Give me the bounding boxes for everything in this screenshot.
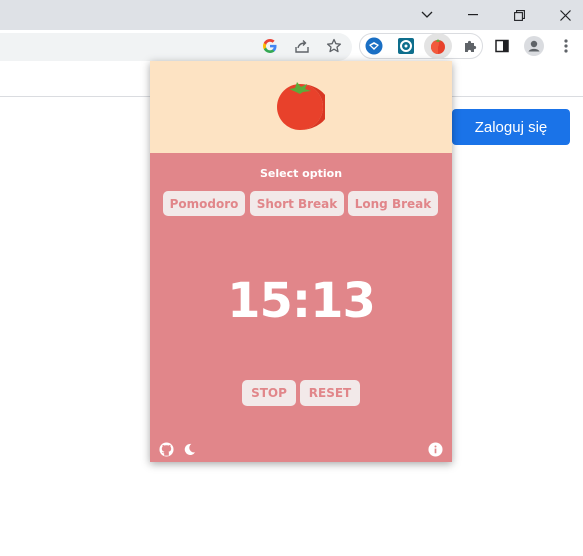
minimize-icon (468, 14, 478, 16)
bookmark-button[interactable] (322, 34, 346, 58)
extension-button-1[interactable] (362, 34, 386, 58)
google-lens-button[interactable] (258, 34, 282, 58)
extension-button-2[interactable] (394, 34, 418, 58)
reset-button[interactable]: RESET (300, 380, 360, 406)
pomodoro-popup: Select option Pomodoro Short Break Long … (150, 61, 452, 462)
popup-header (150, 61, 452, 153)
tab-search-button[interactable] (404, 0, 450, 30)
menu-icon (564, 39, 568, 53)
window-title-bar (0, 0, 583, 30)
puzzle-icon (465, 40, 477, 52)
login-button[interactable]: Zaloguj się (452, 109, 570, 145)
dark-mode-toggle[interactable] (181, 441, 197, 457)
share-button[interactable] (290, 34, 314, 58)
tomato-logo-icon (277, 82, 325, 130)
share-icon (295, 40, 309, 53)
tomato-extension-button[interactable] (424, 33, 452, 59)
tomato-extension-icon (431, 39, 445, 54)
option-short-break-button[interactable]: Short Break (250, 191, 344, 216)
profile-icon (524, 36, 544, 56)
moon-icon (184, 443, 195, 455)
chrome-menu-button[interactable] (554, 34, 578, 58)
info-icon (427, 441, 443, 457)
side-panel-button[interactable] (490, 34, 514, 58)
option-long-break-button[interactable]: Long Break (348, 191, 438, 216)
github-link[interactable] (158, 441, 174, 457)
side-panel-icon (495, 39, 509, 53)
extension-blue-icon (365, 37, 383, 55)
timer-display: 15:13 (227, 273, 376, 329)
info-button[interactable] (427, 441, 443, 457)
chevron-down-icon (421, 11, 433, 18)
github-icon (158, 441, 174, 457)
restore-button[interactable] (496, 0, 542, 30)
option-pomodoro-button[interactable]: Pomodoro (163, 191, 245, 216)
close-icon (559, 9, 571, 21)
star-icon (326, 38, 342, 53)
select-option-title: Select option (259, 167, 343, 180)
google-icon (263, 39, 277, 53)
popup-body: Select option Pomodoro Short Break Long … (150, 153, 452, 462)
minimize-button[interactable] (450, 0, 496, 30)
restore-icon (513, 9, 525, 21)
extension-target-icon (398, 38, 414, 54)
profile-button[interactable] (522, 34, 546, 58)
stop-button[interactable]: STOP (242, 380, 296, 406)
close-window-button[interactable] (542, 0, 583, 30)
extensions-menu-button[interactable] (458, 34, 482, 58)
